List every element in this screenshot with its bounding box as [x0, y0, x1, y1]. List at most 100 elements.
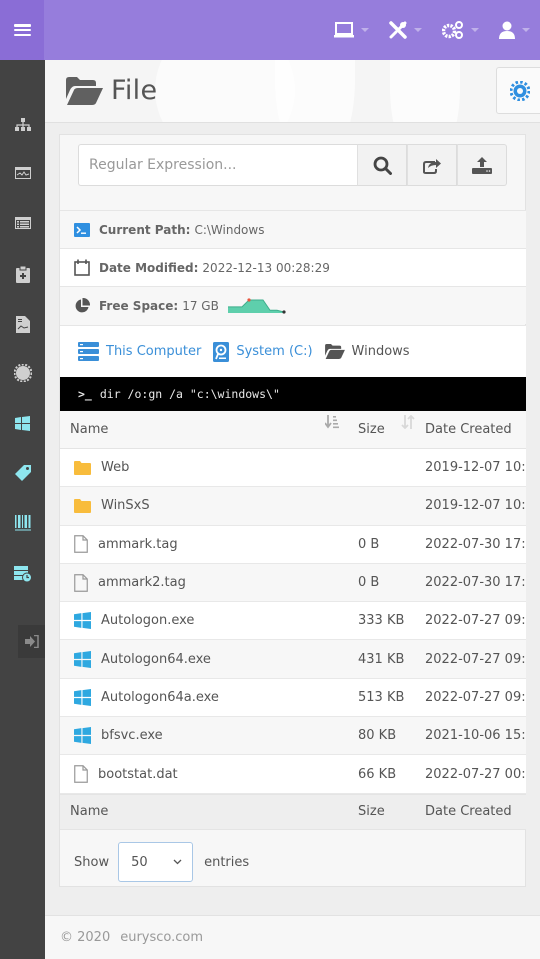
- file-name[interactable]: Autologon.exe: [101, 613, 194, 628]
- gear-icon: [510, 80, 530, 101]
- cogs-icon: [442, 21, 463, 39]
- table-row[interactable]: Autologon64a.exe 513 KB 2022-07-27 09:53: [60, 678, 526, 718]
- file-name[interactable]: bfsvc.exe: [101, 728, 163, 743]
- tools-icon: [389, 21, 407, 39]
- cell-name: ammark.tag: [60, 535, 349, 554]
- sidebar-item-health[interactable]: [0, 259, 45, 289]
- windows-icon: [74, 688, 91, 706]
- file-name[interactable]: ammark2.tag: [98, 575, 186, 590]
- chevron-down-icon: [361, 28, 369, 32]
- share-square-icon: [422, 158, 441, 174]
- page-length-control: Show 50 entries: [60, 837, 526, 887]
- sidebar-item-processes[interactable]: [0, 208, 45, 238]
- pie-chart-icon: [75, 297, 90, 312]
- sidebar-item-reports[interactable]: [0, 309, 45, 339]
- page-settings-button[interactable]: [496, 67, 540, 114]
- menu-toggle-button[interactable]: [0, 0, 44, 60]
- upload-button[interactable]: [457, 144, 507, 186]
- footer-date-created: Date Created: [425, 804, 512, 820]
- regex-search-input[interactable]: [78, 144, 357, 186]
- file-name[interactable]: Autologon64a.exe: [101, 690, 219, 705]
- monitor-chart-icon: [14, 167, 31, 179]
- table-header: Name Size Date Created: [60, 411, 526, 449]
- windows-icon: [15, 415, 30, 431]
- table-row[interactable]: Autologon64.exe 431 KB 2022-07-27 09:53: [60, 640, 526, 679]
- sidebar-item-monitor[interactable]: [0, 158, 45, 188]
- settings-menu[interactable]: [432, 0, 489, 60]
- server-clock-icon: [13, 566, 32, 582]
- terminal-icon: [74, 222, 90, 237]
- file-table: Name Size Date Created Web 2019-12-07 10:…: [60, 411, 526, 830]
- main-content: File Current Path: C:\Windows Date Mo: [45, 60, 540, 959]
- windows-icon: [74, 612, 91, 630]
- top-nav: [324, 0, 540, 60]
- folder-open-icon: [66, 76, 103, 105]
- file-browser-card: Current Path: C:\Windows Date Modified: …: [59, 134, 526, 887]
- cell-date-created: 2022-07-27 00:28: [425, 766, 526, 782]
- free-space-value: 17 GB: [182, 298, 219, 313]
- share-button[interactable]: [407, 144, 457, 186]
- file-icon: [74, 535, 88, 554]
- tools-menu[interactable]: [379, 0, 432, 60]
- search-bar: [78, 144, 507, 186]
- current-path-value: C:\Windows: [194, 222, 265, 237]
- sitemap-icon: [14, 118, 31, 131]
- hamburger-icon: [13, 24, 31, 36]
- footer: © 2020 eurysco.com: [45, 915, 540, 959]
- sidebar-item-tags[interactable]: [0, 458, 45, 488]
- free-space-row: Free Space: 17 GB: [60, 286, 526, 324]
- file-name[interactable]: Autologon64.exe: [101, 652, 211, 667]
- cell-name: bootstat.dat: [60, 765, 349, 783]
- file-name[interactable]: WinSxS: [101, 498, 150, 513]
- sidebar-item-network[interactable]: [0, 110, 45, 140]
- breadcrumb-windows: Windows: [324, 344, 410, 359]
- cell-name: Autologon64.exe: [60, 650, 349, 668]
- column-header-date-created[interactable]: Date Created: [415, 422, 526, 437]
- breadcrumb-system-drive[interactable]: System (C:): [213, 341, 313, 362]
- column-header-size[interactable]: Size: [349, 415, 415, 437]
- file-name[interactable]: bootstat.dat: [98, 767, 178, 782]
- user-menu[interactable]: [489, 0, 540, 60]
- footer-site-link[interactable]: eurysco.com: [120, 930, 203, 945]
- clipboard-plus-icon: [15, 265, 30, 283]
- table-row[interactable]: Autologon.exe 333 KB 2022-07-27 09:53: [60, 602, 526, 641]
- table-body: Web 2019-12-07 10:14 WinSxS 2019-12-07 10:0…: [60, 449, 526, 794]
- current-path-row: Current Path: C:\Windows: [60, 210, 526, 248]
- decorative-circle: [390, 60, 460, 122]
- search-icon: [373, 156, 392, 175]
- cell-date-created: 2022-07-27 09:53: [425, 651, 526, 667]
- table-row[interactable]: Web 2019-12-07 10:14: [60, 449, 526, 488]
- cell-size: 333 KB: [358, 613, 405, 629]
- table-row[interactable]: bfsvc.exe 80 KB 2021-10-06 15:51: [60, 717, 526, 756]
- cell-size: 66 KB: [358, 766, 397, 782]
- logout-button[interactable]: [18, 625, 45, 658]
- table-row[interactable]: ammark.tag 0 B 2022-07-30 17:20: [60, 525, 526, 564]
- sparkline-max-point: [247, 297, 251, 302]
- file-name[interactable]: Web: [101, 460, 129, 475]
- top-navbar: [0, 0, 540, 60]
- table-row[interactable]: WinSxS 2019-12-07 10:03: [60, 487, 526, 526]
- badge-icon: [13, 364, 32, 382]
- sign-in-icon: [24, 635, 39, 648]
- breadcrumb-this-computer[interactable]: This Computer: [78, 342, 201, 361]
- footer-size: Size: [358, 804, 385, 820]
- computer-menu[interactable]: [324, 0, 379, 60]
- sidebar-item-inventory[interactable]: [0, 508, 45, 538]
- table-row[interactable]: ammark2.tag 0 B 2022-07-30 17:20: [60, 563, 526, 603]
- search-button[interactable]: [357, 144, 407, 186]
- decorative-circle: [275, 60, 355, 122]
- sidebar-item-scheduler[interactable]: [0, 559, 45, 589]
- list-window-icon: [14, 217, 31, 229]
- sidebar-item-windows[interactable]: [0, 408, 45, 438]
- cell-name: Autologon64a.exe: [60, 688, 349, 706]
- current-path-label: Current Path:: [99, 222, 191, 237]
- cell-name: Web: [60, 460, 349, 475]
- sidebar-item-services[interactable]: [0, 358, 45, 388]
- entries-per-page-select[interactable]: 50: [118, 842, 194, 882]
- sparkline-last-point: [282, 309, 286, 314]
- breadcrumb-label: System (C:): [236, 344, 313, 359]
- file-name[interactable]: ammark.tag: [98, 537, 178, 552]
- table-row[interactable]: bootstat.dat 66 KB 2022-07-27 00:28: [60, 755, 526, 794]
- column-header-name[interactable]: Name: [60, 415, 349, 437]
- date-modified-label: Date Modified:: [99, 260, 199, 275]
